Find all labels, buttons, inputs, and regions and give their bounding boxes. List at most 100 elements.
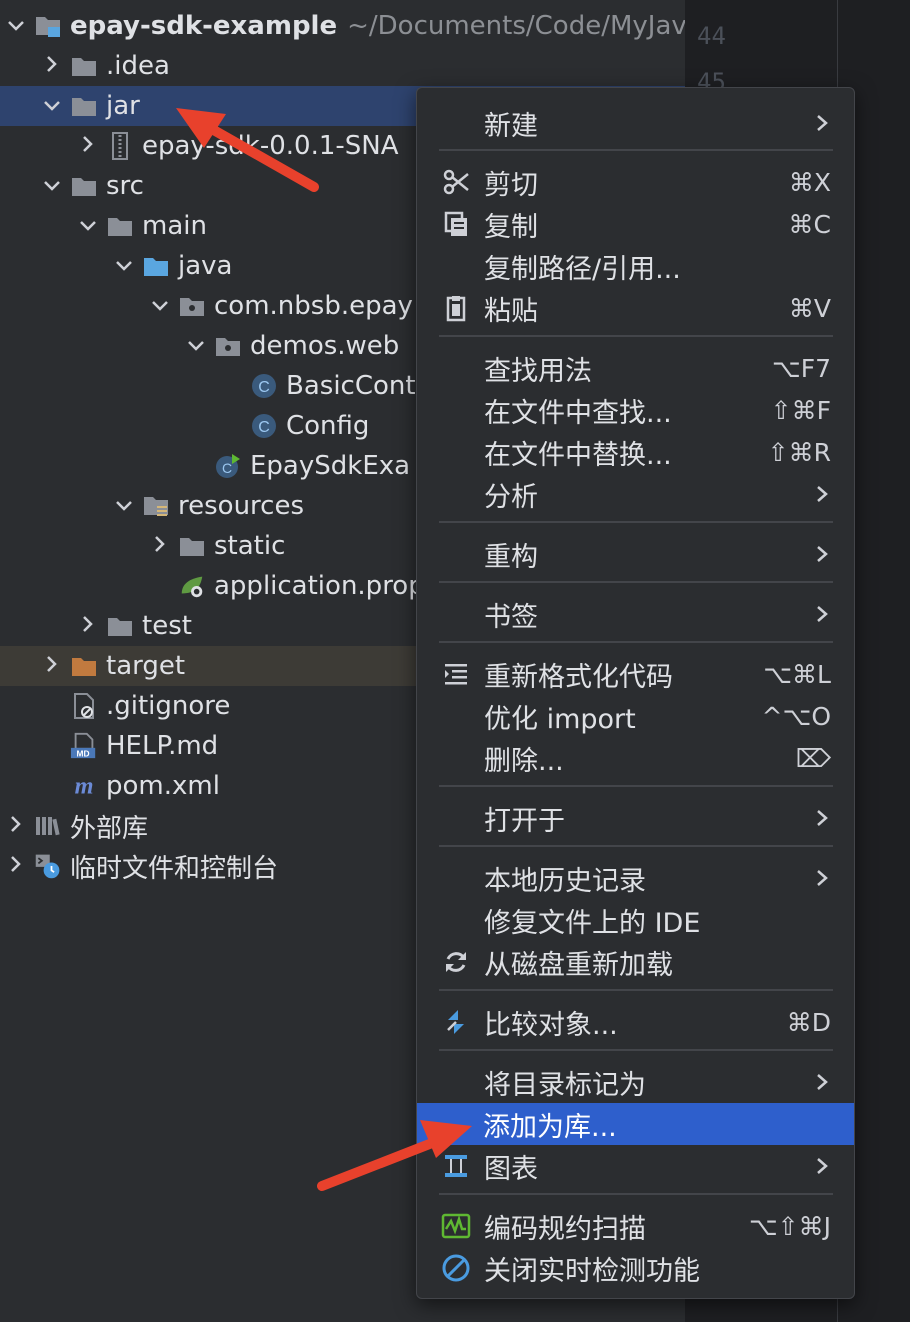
menu-item-label: 重构 bbox=[484, 541, 538, 573]
menu-item-label: 将目录标记为 bbox=[484, 1069, 646, 1101]
folder-icon bbox=[70, 52, 98, 80]
package-icon bbox=[214, 332, 242, 360]
tree-item-label: static bbox=[214, 531, 286, 561]
tree-row-project-root[interactable]: epay-sdk-example ~/Documents/Code/MyJav bbox=[0, 6, 689, 46]
chevron-right-icon[interactable] bbox=[40, 54, 64, 79]
folder-icon bbox=[106, 212, 134, 240]
folder-icon bbox=[178, 532, 206, 560]
tree-item-label: epay-sdk-example bbox=[70, 11, 338, 41]
menu-item-entry[interactable]: 图表 bbox=[418, 1145, 853, 1187]
compare-icon bbox=[440, 1006, 472, 1038]
menu-item-entry[interactable]: 编码规约扫描 ⌥⇧⌘J bbox=[418, 1205, 853, 1247]
menu-item-entry[interactable]: 优化 import ^⌥O bbox=[418, 695, 853, 737]
chevron-right-icon[interactable] bbox=[4, 854, 28, 879]
markdown-file-icon: MD bbox=[70, 732, 98, 760]
menu-item-entry[interactable]: 打开于 bbox=[418, 797, 853, 839]
menu-separator bbox=[439, 521, 833, 523]
submenu-chevron-icon bbox=[813, 1151, 831, 1181]
menu-item-entry[interactable]: 从磁盘重新加载 bbox=[418, 941, 853, 983]
tree-item-label: 外部库 bbox=[70, 813, 149, 844]
menu-item-label: 重新格式化代码 bbox=[484, 661, 673, 693]
submenu-chevron-icon bbox=[813, 539, 831, 569]
menu-item-entry[interactable]: 在文件中查找... ⇧⌘F bbox=[418, 389, 853, 431]
menu-item-entry[interactable]: 本地历史记录 bbox=[418, 857, 853, 899]
chevron-down-icon[interactable] bbox=[4, 14, 28, 39]
class-icon: C bbox=[250, 412, 278, 440]
menu-item-entry[interactable]: 查找用法 ⌥F7 bbox=[418, 347, 853, 389]
chevron-down-icon[interactable] bbox=[184, 334, 208, 359]
menu-item-entry[interactable]: 重新格式化代码 ⌥⌘L bbox=[418, 653, 853, 695]
menu-item-label: 分析 bbox=[484, 481, 538, 513]
menu-item-label: 新建 bbox=[484, 110, 538, 142]
submenu-chevron-icon bbox=[813, 803, 831, 833]
maven-file-icon: m bbox=[70, 772, 98, 800]
tree-item-label: epay-sdk-0.0.1-SNA bbox=[142, 131, 399, 161]
chevron-right-icon[interactable] bbox=[76, 614, 100, 639]
menu-separator bbox=[439, 989, 833, 991]
menu-item-label: 书签 bbox=[484, 601, 538, 633]
chevron-down-icon[interactable] bbox=[40, 174, 64, 199]
project-folder-icon bbox=[34, 12, 62, 40]
submenu-chevron-icon bbox=[813, 863, 831, 893]
tree-item-label: pom.xml bbox=[106, 771, 220, 801]
chevron-down-icon[interactable] bbox=[112, 254, 136, 279]
menu-item-entry[interactable]: 在文件中替换... ⇧⌘R bbox=[418, 431, 853, 473]
svg-text:m: m bbox=[75, 772, 94, 799]
menu-separator bbox=[439, 335, 833, 337]
chevron-right-icon[interactable] bbox=[76, 134, 100, 159]
chevron-right-icon[interactable] bbox=[148, 534, 172, 559]
reformat-icon bbox=[440, 658, 472, 690]
tree-item-label: application.prop bbox=[214, 571, 425, 601]
svg-text:MD: MD bbox=[77, 748, 90, 758]
menu-item-entry[interactable]: 将目录标记为 bbox=[418, 1061, 853, 1103]
chevron-down-icon[interactable] bbox=[76, 214, 100, 239]
menu-item-label: 添加为库... bbox=[483, 1111, 617, 1143]
tree-item-label: main bbox=[142, 211, 207, 241]
tree-item-label: src bbox=[106, 171, 144, 201]
menu-item-label: 在文件中查找... bbox=[484, 397, 672, 429]
scissors-icon bbox=[440, 166, 472, 198]
chevron-down-icon[interactable] bbox=[112, 494, 136, 519]
menu-item-shortcut: ⌥F7 bbox=[771, 353, 831, 383]
source-folder-icon bbox=[142, 252, 170, 280]
project-path: ~/Documents/Code/MyJav bbox=[347, 11, 687, 41]
tree-item-label: .gitignore bbox=[106, 691, 231, 721]
menu-item-entry[interactable]: 复制路径/引用... bbox=[418, 245, 853, 287]
excluded-folder-icon bbox=[70, 652, 98, 680]
menu-item-shortcut: ^⌥O bbox=[761, 701, 831, 731]
menu-item-shortcut: ⇧⌘R bbox=[767, 437, 831, 467]
menu-item-entry[interactable]: 重构 bbox=[418, 533, 853, 575]
package-icon bbox=[178, 292, 206, 320]
menu-separator bbox=[439, 149, 833, 151]
chevron-right-icon[interactable] bbox=[4, 814, 28, 839]
menu-separator bbox=[439, 785, 833, 787]
menu-item-entry[interactable]: 分析 bbox=[418, 473, 853, 515]
chevron-down-icon[interactable] bbox=[148, 294, 172, 319]
menu-item-label: 本地历史记录 bbox=[484, 865, 646, 897]
copy-icon bbox=[440, 208, 472, 240]
tree-row-item[interactable]: .idea bbox=[0, 46, 725, 86]
chevron-right-icon[interactable] bbox=[40, 654, 64, 679]
menu-separator bbox=[439, 845, 833, 847]
menu-item-entry[interactable]: 书签 bbox=[418, 593, 853, 635]
menu-item-entry[interactable]: 复制 ⌘C bbox=[418, 203, 853, 245]
menu-item-label: 从磁盘重新加载 bbox=[484, 949, 673, 981]
menu-item-shortcut: ⌥⇧⌘J bbox=[748, 1211, 831, 1241]
menu-item-entry[interactable]: 关闭实时检测功能 bbox=[418, 1247, 853, 1289]
menu-item-entry[interactable]: 粘贴 ⌘V bbox=[418, 287, 853, 329]
tree-item-label: jar bbox=[106, 91, 140, 121]
menu-item-entry[interactable]: 新建 bbox=[418, 102, 853, 144]
menu-item-add-as-library[interactable]: 添加为库... bbox=[417, 1103, 854, 1145]
menu-item-entry[interactable]: 删除... ⌦ bbox=[418, 737, 853, 779]
svg-text:C: C bbox=[258, 419, 270, 436]
tree-item-label: com.nbsb.epay bbox=[214, 291, 413, 321]
external-libraries-icon bbox=[34, 812, 62, 840]
menu-item-entry[interactable]: 修复文件上的 IDE bbox=[418, 899, 853, 941]
chevron-down-icon[interactable] bbox=[40, 94, 64, 119]
folder-icon bbox=[70, 92, 98, 120]
menu-item-entry[interactable]: 剪切 ⌘X bbox=[418, 161, 853, 203]
menu-item-entry[interactable]: 比较对象... ⌘D bbox=[418, 1001, 853, 1043]
reload-icon bbox=[440, 946, 472, 978]
menu-item-label: 复制路径/引用... bbox=[484, 253, 681, 285]
line-number: 44 bbox=[697, 22, 726, 50]
